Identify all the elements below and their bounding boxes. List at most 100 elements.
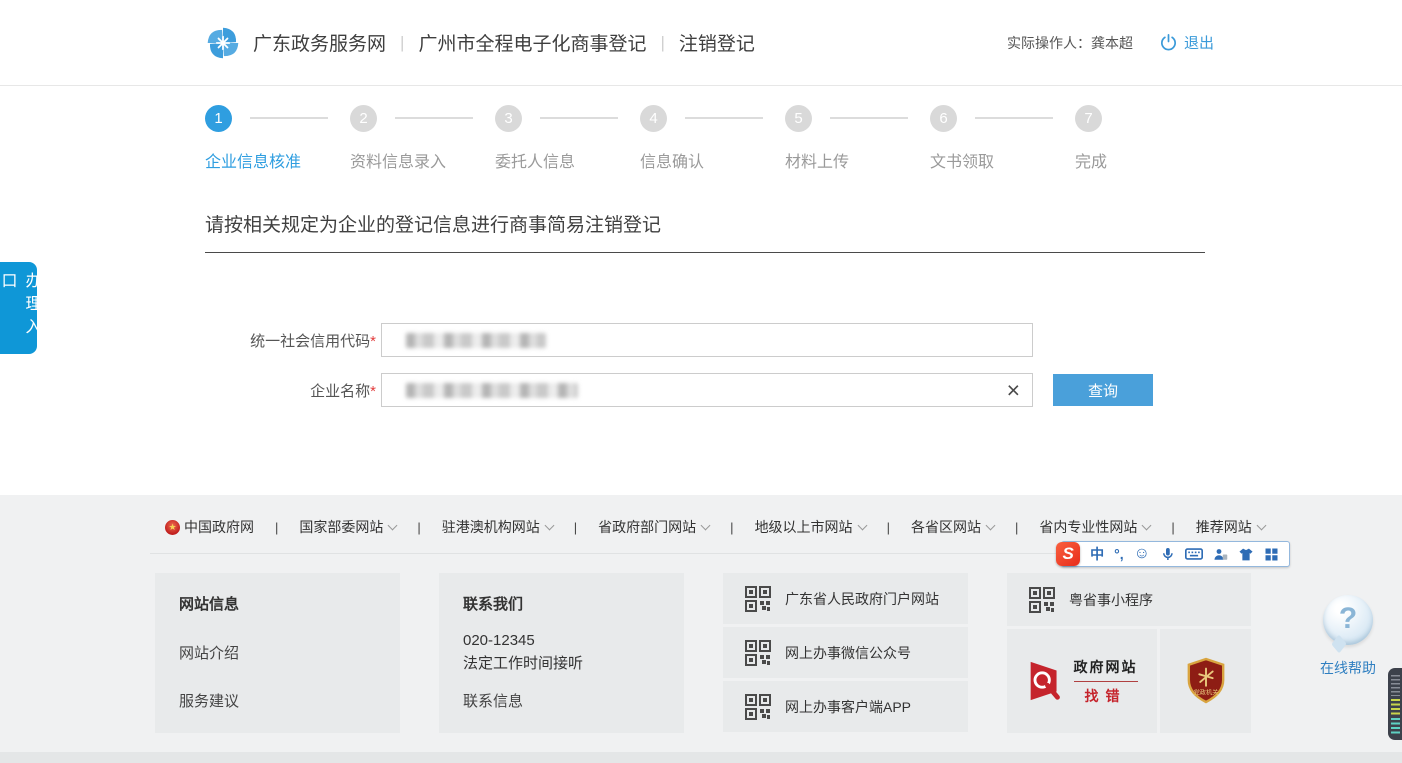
- qr-code-icon: [745, 586, 771, 612]
- company-name-row: 企业名称* × 查询: [205, 373, 1402, 407]
- logout-button[interactable]: 退出: [1184, 32, 1214, 53]
- link-recommended[interactable]: 推荐网站: [1196, 517, 1265, 537]
- credit-code-label: 统一社会信用代码*: [205, 330, 381, 351]
- step-connector: [250, 117, 328, 119]
- link-separator: |: [730, 520, 733, 535]
- link-separator: |: [417, 520, 420, 535]
- qr-client-app[interactable]: 网上办事客户端APP: [723, 681, 968, 732]
- qr-mini-program[interactable]: 粤省事小程序: [1007, 573, 1251, 626]
- step-1-label: 企业信息核准: [205, 148, 350, 172]
- query-button[interactable]: 查询: [1053, 374, 1153, 406]
- party-gov-shield-badge[interactable]: 党政机关: [1160, 629, 1251, 733]
- chevron-down-icon: [701, 520, 711, 530]
- app-name: 广州市全程电子化商事登记: [418, 29, 646, 56]
- edge-stripes-teal: [1391, 718, 1400, 734]
- link-city-sites[interactable]: 地级以上市网站: [755, 517, 866, 537]
- national-emblem-icon: ★: [165, 520, 180, 535]
- step-7-label: 完成: [1075, 148, 1107, 172]
- qr-code-icon: [1029, 587, 1055, 613]
- step-1: 1 企业信息核准: [205, 104, 350, 172]
- contact-info-link[interactable]: 联系信息: [463, 690, 660, 711]
- ime-punctuation-icon[interactable]: °,: [1114, 546, 1124, 562]
- instruction-underline: [205, 252, 1205, 253]
- footer-bottom-strip: [0, 752, 1402, 763]
- company-name-masked-value: [406, 383, 578, 398]
- qr-wechat-account[interactable]: 网上办事微信公众号: [723, 627, 968, 678]
- link-province-sites[interactable]: 各省区网站: [911, 517, 994, 537]
- step-4-circle: 4: [640, 105, 667, 132]
- footer-columns: 网站信息 网站介绍 服务建议 联系我们 020-12345 法定工作时间接听 联…: [155, 573, 1251, 733]
- svg-text:党政机关: 党政机关: [1193, 688, 1218, 696]
- qr-gov-portal[interactable]: 广东省人民政府门户网站: [723, 573, 968, 624]
- form-instruction: 请按相关规定为企业的登记信息进行商事简易注销登记: [205, 210, 1402, 237]
- ime-handwriting-icon[interactable]: [1213, 547, 1228, 562]
- credit-code-masked-value: [406, 333, 546, 348]
- step-3: 3 委托人信息: [495, 104, 640, 172]
- clear-icon[interactable]: ×: [1007, 376, 1020, 404]
- link-hk-macau[interactable]: 驻港澳机构网站: [442, 517, 553, 537]
- entry-side-tab[interactable]: 办理入口: [0, 262, 37, 354]
- link-provincial-depts[interactable]: 省政府部门网站: [598, 517, 709, 537]
- ime-chinese-mode-icon[interactable]: 中: [1090, 544, 1104, 564]
- step-3-circle: 3: [495, 105, 522, 132]
- contact-phone: 020-12345 法定工作时间接听: [463, 629, 660, 675]
- page-title: 注销登记: [679, 29, 755, 56]
- company-name-input[interactable]: ×: [381, 373, 1033, 407]
- qr-links-box: 广东省人民政府门户网站 网上办事微信公众号 网上办事客户端APP: [723, 573, 968, 733]
- link-china-gov[interactable]: ★中国政府网: [165, 517, 254, 537]
- help-balloon-icon[interactable]: ?: [1323, 595, 1373, 645]
- step-6: 6 文书领取: [930, 104, 1075, 172]
- qr-code-icon: [745, 694, 771, 720]
- step-6-label: 文书领取: [930, 148, 1075, 172]
- brand-separator-2: |: [660, 33, 664, 53]
- main-content: 请按相关规定为企业的登记信息进行商事简易注销登记 统一社会信用代码* 企业名称*…: [0, 210, 1402, 407]
- ime-emoji-icon[interactable]: ☺: [1134, 545, 1150, 563]
- step-2-label: 资料信息录入: [350, 148, 495, 172]
- page: 广东政务服务网 | 广州市全程电子化商事登记 | 注销登记 实际操作人：龚本超 …: [0, 0, 1402, 763]
- service-suggestion-link[interactable]: 服务建议: [179, 690, 376, 711]
- site-name: 广东政务服务网: [253, 29, 386, 56]
- link-ministries[interactable]: 国家部委网站: [299, 517, 396, 537]
- header-right: 实际操作人：龚本超 退出: [1007, 32, 1214, 53]
- error-report-line1: 政府网站: [1074, 657, 1138, 682]
- link-separator: |: [887, 520, 890, 535]
- edge-panel-widget[interactable]: [1388, 668, 1402, 740]
- ime-keyboard-icon[interactable]: [1185, 547, 1203, 561]
- ime-skin-icon[interactable]: [1238, 547, 1254, 562]
- link-special-sites[interactable]: 省内专业性网站: [1039, 517, 1150, 537]
- step-4-label: 信息确认: [640, 148, 785, 172]
- site-intro-link[interactable]: 网站介绍: [179, 642, 376, 663]
- step-connector: [685, 117, 763, 119]
- chevron-down-icon: [857, 520, 867, 530]
- link-separator: |: [574, 520, 577, 535]
- site-info-box: 网站信息 网站介绍 服务建议: [155, 573, 400, 733]
- operator-label: 实际操作人：龚本超: [1007, 33, 1133, 53]
- required-asterisk: *: [370, 383, 376, 400]
- chevron-down-icon: [1256, 520, 1266, 530]
- step-7: 7 完成: [1075, 104, 1107, 172]
- power-icon[interactable]: [1159, 33, 1178, 52]
- ime-mic-icon[interactable]: [1160, 546, 1175, 562]
- online-help-widget[interactable]: ? 在线帮助: [1310, 595, 1386, 678]
- chevron-down-icon: [388, 520, 398, 530]
- step-2-circle: 2: [350, 105, 377, 132]
- ime-toolbox-icon[interactable]: [1264, 547, 1279, 562]
- badges-bottom-row: 政府网站 找错 党政机关: [1007, 629, 1251, 733]
- sogou-logo-icon[interactable]: S: [1056, 542, 1080, 566]
- gov-site-error-report-badge[interactable]: 政府网站 找错: [1007, 629, 1157, 733]
- gdzwfw-pinwheel-logo-icon: [205, 25, 241, 61]
- site-info-heading: 网站信息: [179, 593, 376, 614]
- step-connector: [830, 117, 908, 119]
- step-5: 5 材料上传: [785, 104, 930, 172]
- link-separator: |: [1171, 520, 1174, 535]
- error-report-line2: 找错: [1074, 686, 1138, 706]
- sogou-ime-toolbar[interactable]: S 中 °, ☺: [1061, 541, 1290, 567]
- credit-code-input[interactable]: [381, 323, 1033, 357]
- step-2: 2 资料信息录入: [350, 104, 495, 172]
- footer: ★中国政府网 | 国家部委网站 | 驻港澳机构网站 | 省政府部门网站 | 地级…: [0, 495, 1402, 763]
- step-5-label: 材料上传: [785, 148, 930, 172]
- step-4: 4 信息确认: [640, 104, 785, 172]
- required-asterisk: *: [370, 333, 376, 350]
- chevron-down-icon: [544, 520, 554, 530]
- edge-stripes-yellow: [1391, 699, 1400, 715]
